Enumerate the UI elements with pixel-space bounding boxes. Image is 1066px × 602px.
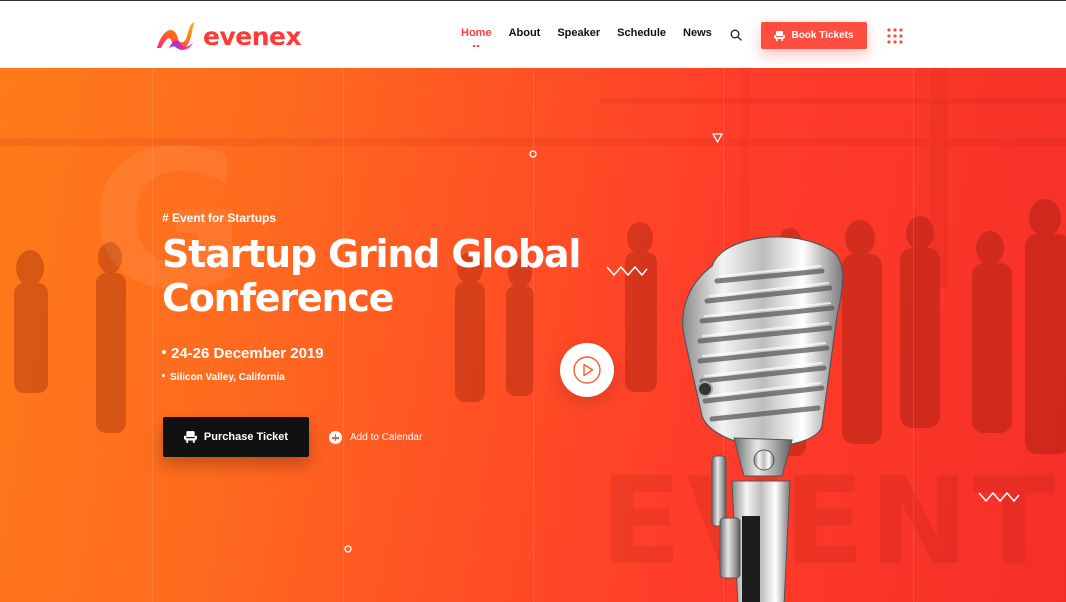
grid-dots-icon[interactable] <box>887 28 903 44</box>
play-icon <box>573 356 601 384</box>
grid-line <box>343 68 344 602</box>
zigzag-shape-icon <box>978 492 1020 502</box>
book-tickets-label: Book Tickets <box>791 30 854 41</box>
hero-title-line2: Conference <box>162 276 394 320</box>
purchase-ticket-button[interactable]: Purchase Ticket <box>163 417 309 457</box>
ticket-chair-icon <box>183 431 197 443</box>
nav-item-about[interactable]: About <box>509 27 541 39</box>
nav-item-home[interactable]: Home <box>461 27 492 47</box>
hero-title-line1: Startup Grind Global <box>162 232 581 276</box>
event-date-text: 24-26 December 2019 <box>171 345 324 362</box>
purchase-ticket-label: Purchase Ticket <box>203 431 289 443</box>
play-video-button[interactable] <box>560 343 614 397</box>
event-location: Silicon Valley, California <box>162 372 285 383</box>
microphone-image <box>682 236 844 602</box>
add-to-calendar-label: Add to Calendar <box>350 432 423 443</box>
book-tickets-button[interactable]: Book Tickets <box>761 22 867 49</box>
triangle-shape-icon <box>712 133 723 143</box>
bullet-icon <box>162 350 166 355</box>
main-nav: Home About Speaker Schedule News <box>461 27 729 47</box>
logo[interactable]: evenex <box>155 17 302 53</box>
nav-item-news[interactable]: News <box>683 27 712 39</box>
bullet-icon <box>162 373 165 377</box>
hero-title: Startup Grind Global Conference <box>162 232 622 320</box>
hero-banner: G EVENT # Event for Startups Startup Gri… <box>0 68 1066 602</box>
add-to-calendar-link[interactable]: Add to Calendar <box>329 431 422 444</box>
event-date: 24-26 December 2019 <box>162 345 324 362</box>
ring-shape-icon <box>344 545 352 553</box>
grid-line <box>533 68 534 602</box>
logo-text: evenex <box>203 21 302 51</box>
nav-item-schedule[interactable]: Schedule <box>617 27 666 39</box>
ticket-chair-icon <box>774 30 786 41</box>
event-location-text: Silicon Valley, California <box>170 372 285 383</box>
logo-mark-icon <box>157 22 195 50</box>
plus-circle-icon <box>329 431 342 444</box>
hero-tagline: # Event for Startups <box>162 211 277 225</box>
site-header: evenex Home About Speaker Schedule News … <box>0 0 1066 68</box>
search-icon[interactable] <box>730 29 742 41</box>
ring-shape-icon <box>529 150 537 158</box>
nav-item-speaker[interactable]: Speaker <box>557 27 600 39</box>
